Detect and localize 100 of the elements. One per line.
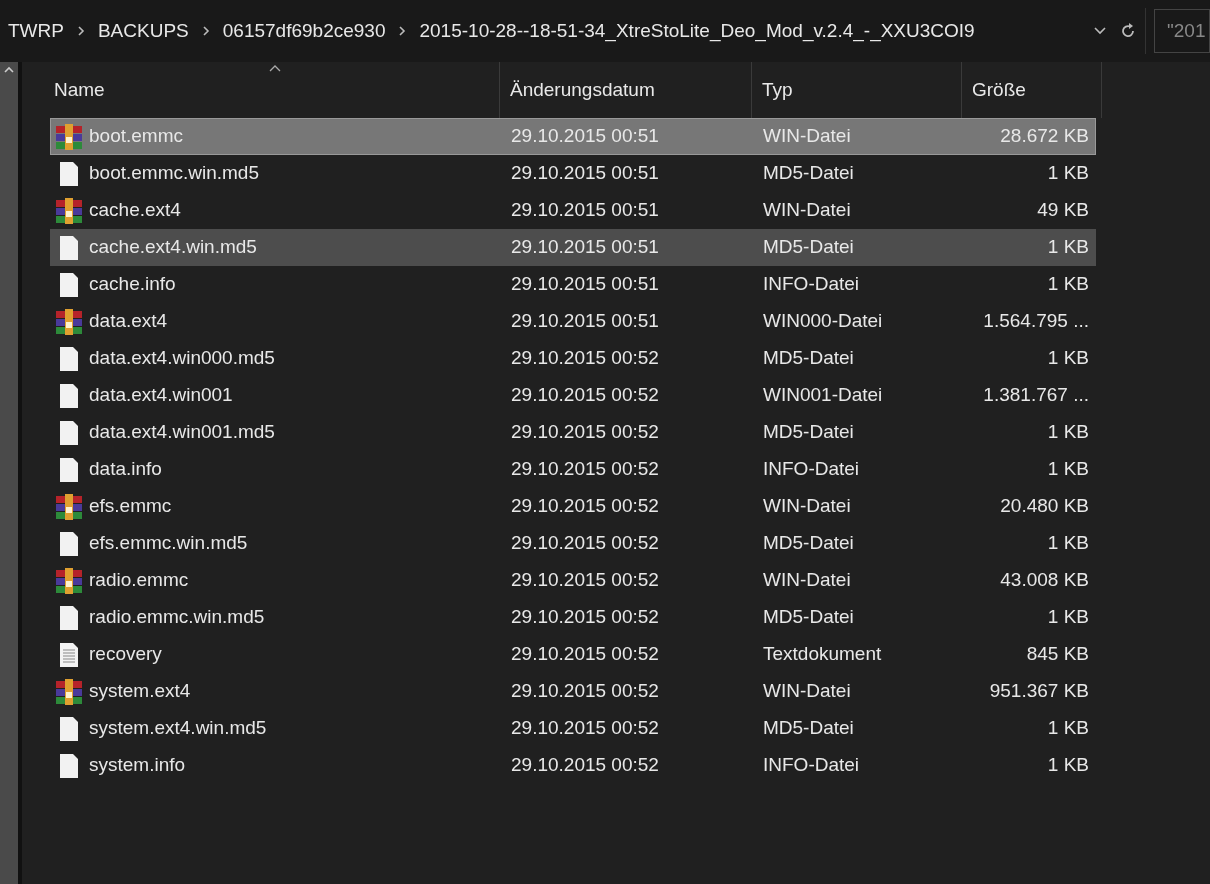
file-name: system.ext4.win.md5	[89, 716, 267, 741]
file-row[interactable]: system.ext4.win.md5 29.10.2015 00:52 MD5-Datei 1 KB	[50, 710, 1096, 747]
file-icon	[59, 382, 79, 409]
date-cell-text: 29.10.2015 00:51	[510, 235, 660, 260]
text-document-icon	[59, 641, 79, 668]
archive-icon	[55, 307, 83, 336]
file-row[interactable]: recovery 29.10.2015 00:52 Textdokument 845 KB	[50, 636, 1096, 673]
scrollbar[interactable]	[0, 62, 18, 884]
date-cell-text: 29.10.2015 00:52	[510, 383, 660, 408]
date-cell-text: 29.10.2015 00:51	[510, 198, 660, 223]
file-row[interactable]: radio.emmc 29.10.2015 00:52 WIN-Datei 43.008 KB	[50, 562, 1096, 599]
date-cell-text: 29.10.2015 00:52	[510, 494, 660, 519]
file-name: boot.emmc	[89, 124, 183, 149]
file-icon	[59, 752, 79, 779]
file-row[interactable]: system.info 29.10.2015 00:52 INFO-Datei 1 KB	[50, 747, 1096, 784]
scroll-up-icon[interactable]	[3, 66, 15, 74]
file-row[interactable]: cache.ext4 29.10.2015 00:51 WIN-Datei 49 KB	[50, 192, 1096, 229]
sort-up-icon	[268, 65, 281, 72]
file-name: data.ext4.win000.md5	[89, 346, 275, 371]
file-name: data.ext4.win001	[89, 383, 233, 408]
file-name: system.info	[89, 753, 186, 778]
file-name: data.ext4	[89, 309, 168, 334]
chevron-right-icon[interactable]	[397, 24, 408, 38]
date-cell-text: 29.10.2015 00:52	[510, 642, 660, 667]
breadcrumb-item[interactable]: 06157df69b2ce930	[222, 16, 386, 46]
date-cell-text: 29.10.2015 00:51	[510, 124, 660, 149]
file-row[interactable]: boot.emmc.win.md5 29.10.2015 00:51 MD5-Datei 1 KB	[50, 155, 1096, 192]
date-cell-text: 29.10.2015 00:51	[510, 272, 660, 297]
file-row[interactable]: data.ext4.win000.md5 29.10.2015 00:52 MD5-Datei 1 KB	[50, 340, 1096, 377]
type-cell-text: MD5-Datei	[762, 605, 855, 630]
type-cell-text: INFO-Datei	[762, 272, 861, 297]
type-cell-text: MD5-Datei	[762, 531, 855, 556]
size-cell-text: 1 KB	[1046, 346, 1090, 371]
file-name: cache.info	[89, 272, 176, 297]
type-cell-text: MD5-Datei	[762, 235, 855, 260]
type-cell-text: WIN-Datei	[762, 568, 852, 593]
size-cell-text: 1 KB	[1046, 531, 1090, 556]
chevron-right-icon[interactable]	[75, 24, 86, 38]
type-cell-text: MD5-Datei	[762, 346, 855, 371]
date-cell-text: 29.10.2015 00:52	[510, 457, 660, 482]
date-cell-text: 29.10.2015 00:51	[510, 161, 660, 186]
size-cell-text: 20.480 KB	[999, 494, 1090, 519]
file-row[interactable]: radio.emmc.win.md5 29.10.2015 00:52 MD5-Datei 1 KB	[50, 599, 1096, 636]
file-row[interactable]: efs.emmc 29.10.2015 00:52 WIN-Datei 20.480 KB	[50, 488, 1096, 525]
type-cell-text: MD5-Datei	[762, 716, 855, 741]
date-cell-text: 29.10.2015 00:51	[510, 309, 660, 334]
archive-icon	[55, 566, 83, 595]
file-row[interactable]: data.info 29.10.2015 00:52 INFO-Datei 1 KB	[50, 451, 1096, 488]
file-icon	[59, 456, 79, 483]
type-cell-text: WIN-Datei	[762, 494, 852, 519]
search-field[interactable]: "201	[1154, 9, 1210, 53]
size-cell-text: 1 KB	[1046, 457, 1090, 482]
file-icon	[59, 345, 79, 372]
size-cell-text: 1 KB	[1046, 272, 1090, 297]
file-row[interactable]: efs.emmc.win.md5 29.10.2015 00:52 MD5-Datei 1 KB	[50, 525, 1096, 562]
file-name: data.ext4.win001.md5	[89, 420, 275, 445]
refresh-icon[interactable]	[1119, 22, 1137, 40]
file-icon	[59, 234, 79, 261]
chevron-down-icon[interactable]	[1093, 26, 1107, 36]
size-cell-text: 1 KB	[1046, 605, 1090, 630]
size-cell-text: 28.672 KB	[999, 124, 1090, 149]
date-cell-text: 29.10.2015 00:52	[510, 716, 660, 741]
date-cell-text: 29.10.2015 00:52	[510, 679, 660, 704]
date-cell-text: 29.10.2015 00:52	[510, 420, 660, 445]
archive-icon	[55, 122, 83, 151]
file-row[interactable]: cache.ext4.win.md5 29.10.2015 00:51 MD5-Datei 1 KB	[50, 229, 1096, 266]
file-row[interactable]: data.ext4.win001.md5 29.10.2015 00:52 MD5-Datei 1 KB	[50, 414, 1096, 451]
date-cell-text: 29.10.2015 00:52	[510, 568, 660, 593]
file-icon	[59, 271, 79, 298]
date-cell-text: 29.10.2015 00:52	[510, 753, 660, 778]
type-cell-text: WIN-Datei	[762, 198, 852, 223]
size-cell-text: 1 KB	[1046, 716, 1090, 741]
file-icon	[59, 160, 79, 187]
file-row[interactable]: data.ext4.win001 29.10.2015 00:52 WIN001-Datei 1.381.767 ...	[50, 377, 1096, 414]
file-name: radio.emmc	[89, 568, 189, 593]
breadcrumb-item[interactable]: BACKUPS	[97, 16, 189, 46]
file-name: cache.ext4	[89, 198, 181, 223]
size-cell-text: 951.367 KB	[988, 679, 1090, 704]
type-cell-text: Textdokument	[762, 642, 883, 667]
file-row[interactable]: cache.info 29.10.2015 00:51 INFO-Datei 1 KB	[50, 266, 1096, 303]
file-row[interactable]: data.ext4 29.10.2015 00:51 WIN000-Datei 1.564.795 ...	[50, 303, 1096, 340]
size-cell-text: 845 KB	[1025, 642, 1090, 667]
file-name: data.info	[89, 457, 162, 482]
size-cell-text: 1 KB	[1046, 161, 1090, 186]
file-name: system.ext4	[89, 679, 191, 704]
file-name: efs.emmc	[89, 494, 172, 519]
file-row[interactable]: system.ext4 29.10.2015 00:52 WIN-Datei 951.367 KB	[50, 673, 1096, 710]
breadcrumb-item[interactable]: 2015-10-28--18-51-34_XtreStoLite_Deo_Mod_v.2.4_-_XXU3COI9	[419, 16, 975, 46]
size-cell-text: 1 KB	[1046, 753, 1090, 778]
chevron-right-icon[interactable]	[200, 24, 211, 38]
type-cell-text: WIN000-Datei	[762, 309, 884, 334]
file-icon	[59, 419, 79, 446]
breadcrumb-item[interactable]: TWRP	[8, 16, 64, 46]
file-name: boot.emmc.win.md5	[89, 161, 259, 186]
file-name: recovery	[89, 642, 162, 667]
file-row[interactable]: boot.emmc 29.10.2015 00:51 WIN-Datei 28.672 KB	[50, 118, 1096, 155]
date-cell-text: 29.10.2015 00:52	[510, 531, 660, 556]
file-name: efs.emmc.win.md5	[89, 531, 248, 556]
type-cell-text: INFO-Datei	[762, 457, 861, 482]
size-cell-text: 1.381.767 ...	[982, 383, 1090, 408]
